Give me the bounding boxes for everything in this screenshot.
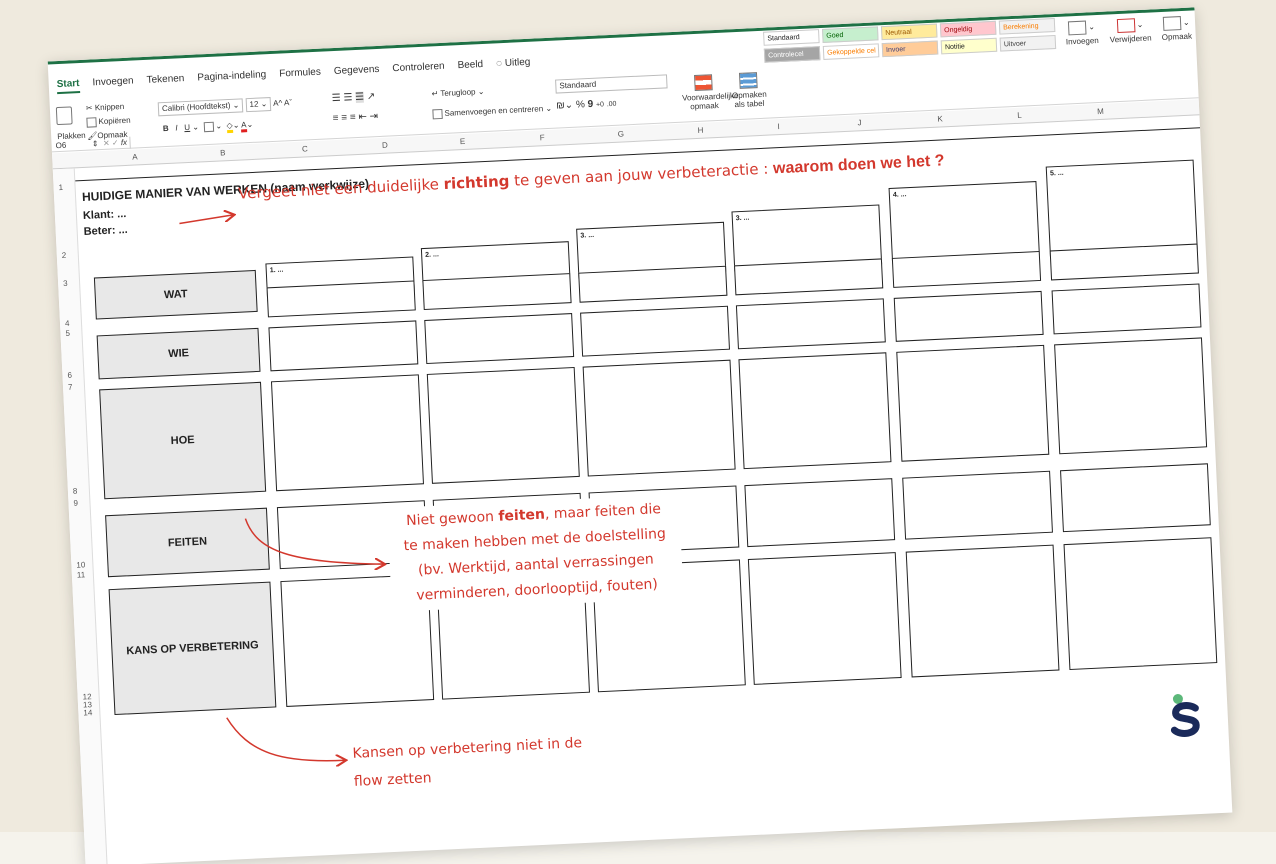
direction-arrow <box>179 215 233 225</box>
kans-arrow <box>226 717 345 765</box>
brand-logo <box>1170 693 1200 737</box>
spreadsheet-photo: Start Invoegen Tekenen Pagina-indeling F… <box>47 7 1233 864</box>
annotation-arrows <box>179 7 1233 864</box>
feiten-arrow <box>244 518 383 570</box>
